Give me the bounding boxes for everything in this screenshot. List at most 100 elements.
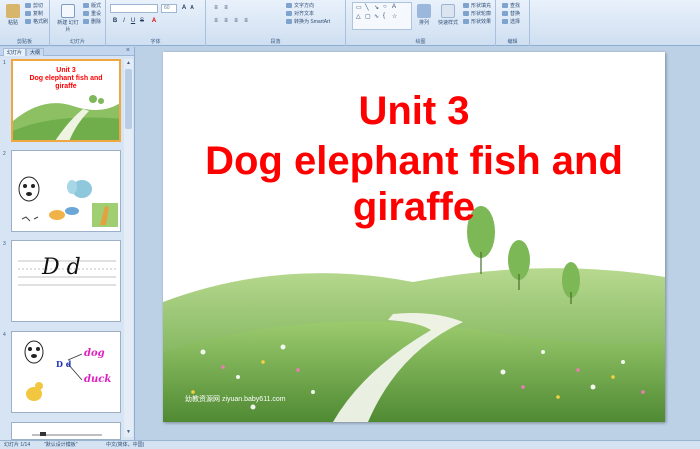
thumb-title-line: Dog elephant fish and: [29, 75, 103, 82]
slide-canvas[interactable]: Unit 3 Dog elephant fish and giraffe 幼教资…: [163, 52, 665, 422]
slide-thumbnail-2[interactable]: [11, 150, 121, 232]
slide-thumbnail-1[interactable]: Unit 3 Dog elephant fish and giraffe: [11, 59, 121, 142]
status-bar: 幻灯片 1/14 "默认设计模板" 中文(简体，中国): [0, 440, 700, 449]
numbering-button[interactable]: ≡: [222, 4, 230, 12]
shrink-font-button[interactable]: A: [188, 4, 196, 12]
shape-outline-button[interactable]: 形状轮廓: [463, 11, 491, 18]
scroll-down-icon[interactable]: ▼: [124, 428, 133, 437]
align-left-button[interactable]: ≡: [212, 17, 220, 25]
align-center-button[interactable]: ≡: [222, 17, 230, 25]
clipboard-group: 粘贴 剪切 复制 格式刷 剪贴板: [0, 0, 50, 46]
italic-button[interactable]: I: [120, 17, 128, 25]
find-button[interactable]: 查找: [502, 3, 520, 10]
outline-icon: [463, 11, 469, 16]
reset-icon: [83, 11, 89, 16]
replace-button[interactable]: 替换: [502, 11, 520, 18]
find-icon: [502, 3, 508, 8]
language-indicator[interactable]: 中文(简体，中国): [106, 441, 144, 449]
rounded-rect-shape-icon: ▢: [365, 14, 371, 20]
thumb-big-letters: D d: [56, 359, 72, 369]
slide-thumbnail-4[interactable]: D d dog duck: [11, 331, 121, 413]
arrange-icon: [417, 4, 431, 18]
shape-effects-button[interactable]: 形状效果: [463, 19, 491, 26]
close-pane-icon[interactable]: ×: [126, 47, 130, 54]
cut-button[interactable]: 剪切: [25, 3, 43, 10]
delete-button[interactable]: 删除: [83, 19, 101, 26]
brush-icon: [25, 19, 31, 24]
slide-thumbnail-3[interactable]: D d: [11, 240, 121, 322]
font-color-button[interactable]: A: [150, 17, 158, 25]
paste-button[interactable]: 粘贴: [3, 4, 23, 30]
thumb-dog-duck-image: [24, 340, 83, 401]
thumbnail-scrollbar[interactable]: ▲ ▼: [124, 59, 133, 437]
font-label: 字体: [150, 39, 161, 45]
shape-fill-button[interactable]: 形状填充: [463, 3, 491, 10]
thumb-number: 4: [3, 332, 6, 338]
underline-button[interactable]: U: [129, 17, 137, 25]
thumb-title-line: Unit 3: [56, 67, 76, 74]
bold-button[interactable]: B: [111, 17, 119, 25]
shapes-gallery[interactable]: ▭ ╲ ↘ ○ A △ ▢ ∿ { ☆: [352, 2, 412, 30]
editing-group: 查找 替换 选择 编辑: [496, 0, 530, 46]
thumb-title-line: giraffe: [55, 83, 77, 90]
slide-title-line-2[interactable]: Dog elephant fish and: [183, 140, 645, 182]
strikethrough-button[interactable]: S: [138, 17, 146, 25]
rectangle-shape-icon: ▭: [356, 5, 362, 11]
slide-count: 幻灯片 1/14: [4, 442, 31, 448]
font-size-combo[interactable]: 60: [161, 4, 177, 13]
thumb-word-dog: dog: [84, 348, 105, 359]
fill-icon: [463, 3, 469, 8]
thumb-number: 2: [3, 151, 6, 157]
thumb-animals-image: [18, 176, 118, 227]
pane-tabs: 幻灯片 大纲 ×: [0, 47, 134, 56]
align-text-icon: [286, 11, 292, 16]
layout-icon: [83, 3, 89, 8]
font-name-combo[interactable]: [110, 4, 158, 13]
ribbon: 粘贴 剪切 复制 格式刷 剪贴板 新建 幻灯片 版式 重设 删除 幻灯片 60 …: [0, 0, 700, 46]
effects-icon: [463, 19, 469, 24]
curve-shape-icon: ∿: [374, 14, 380, 20]
copy-button[interactable]: 复制: [25, 11, 43, 18]
font-group: 60 A A B I U S A 字体: [106, 0, 206, 46]
brace-shape-icon: {: [383, 13, 386, 19]
quick-styles-icon: [441, 4, 455, 18]
select-button[interactable]: 选择: [502, 19, 520, 26]
slide-thumbnail-5[interactable]: [11, 422, 121, 440]
justify-button[interactable]: ≡: [242, 17, 250, 25]
format-painter-button[interactable]: 格式刷: [25, 19, 48, 26]
theme-name: "默认设计模板": [44, 442, 78, 448]
thumb-handwriting-lines: [18, 260, 116, 286]
scissors-icon: [25, 3, 31, 8]
textbox-shape-icon: A: [392, 4, 397, 10]
star-shape-icon: ☆: [392, 14, 398, 20]
slide-title-line-3[interactable]: giraffe: [183, 186, 645, 228]
scroll-thumb[interactable]: [125, 69, 132, 129]
quick-styles-button[interactable]: 快速样式: [436, 4, 460, 30]
layout-button[interactable]: 版式: [83, 3, 101, 10]
smartart-button[interactable]: 转换为 SmartArt: [286, 19, 330, 26]
replace-icon: [502, 11, 508, 16]
align-right-button[interactable]: ≡: [232, 17, 240, 25]
grow-font-button[interactable]: A: [180, 4, 188, 12]
align-text-button[interactable]: 对齐文本: [286, 11, 314, 18]
scroll-up-icon[interactable]: ▲: [124, 59, 133, 68]
new-slide-icon: [61, 4, 75, 18]
thumb-letters: D d: [42, 255, 81, 280]
tab-slides[interactable]: 幻灯片: [3, 48, 27, 56]
slides-label: 幻灯片: [69, 39, 85, 45]
slide-title-line-1[interactable]: Unit 3: [183, 90, 645, 132]
arrange-button[interactable]: 排列: [414, 4, 434, 30]
editing-label: 编辑: [507, 39, 518, 45]
reset-button[interactable]: 重设: [83, 11, 101, 18]
paragraph-label: 段落: [270, 39, 281, 45]
bullets-button[interactable]: ≡: [212, 4, 220, 12]
text-direction-button[interactable]: 文字方向: [286, 3, 314, 10]
thumb-number: 3: [3, 241, 6, 247]
delete-icon: [83, 19, 89, 24]
watermark-text: 幼教资源网 ziyuan.baby611.com: [185, 396, 286, 403]
copy-icon: [25, 11, 31, 16]
tab-outline[interactable]: 大纲: [26, 48, 45, 56]
slides-group: 新建 幻灯片 版式 重设 删除 幻灯片: [50, 0, 106, 46]
arrow-shape-icon: ↘: [374, 5, 380, 11]
new-slide-button[interactable]: 新建 幻灯片: [56, 4, 80, 33]
